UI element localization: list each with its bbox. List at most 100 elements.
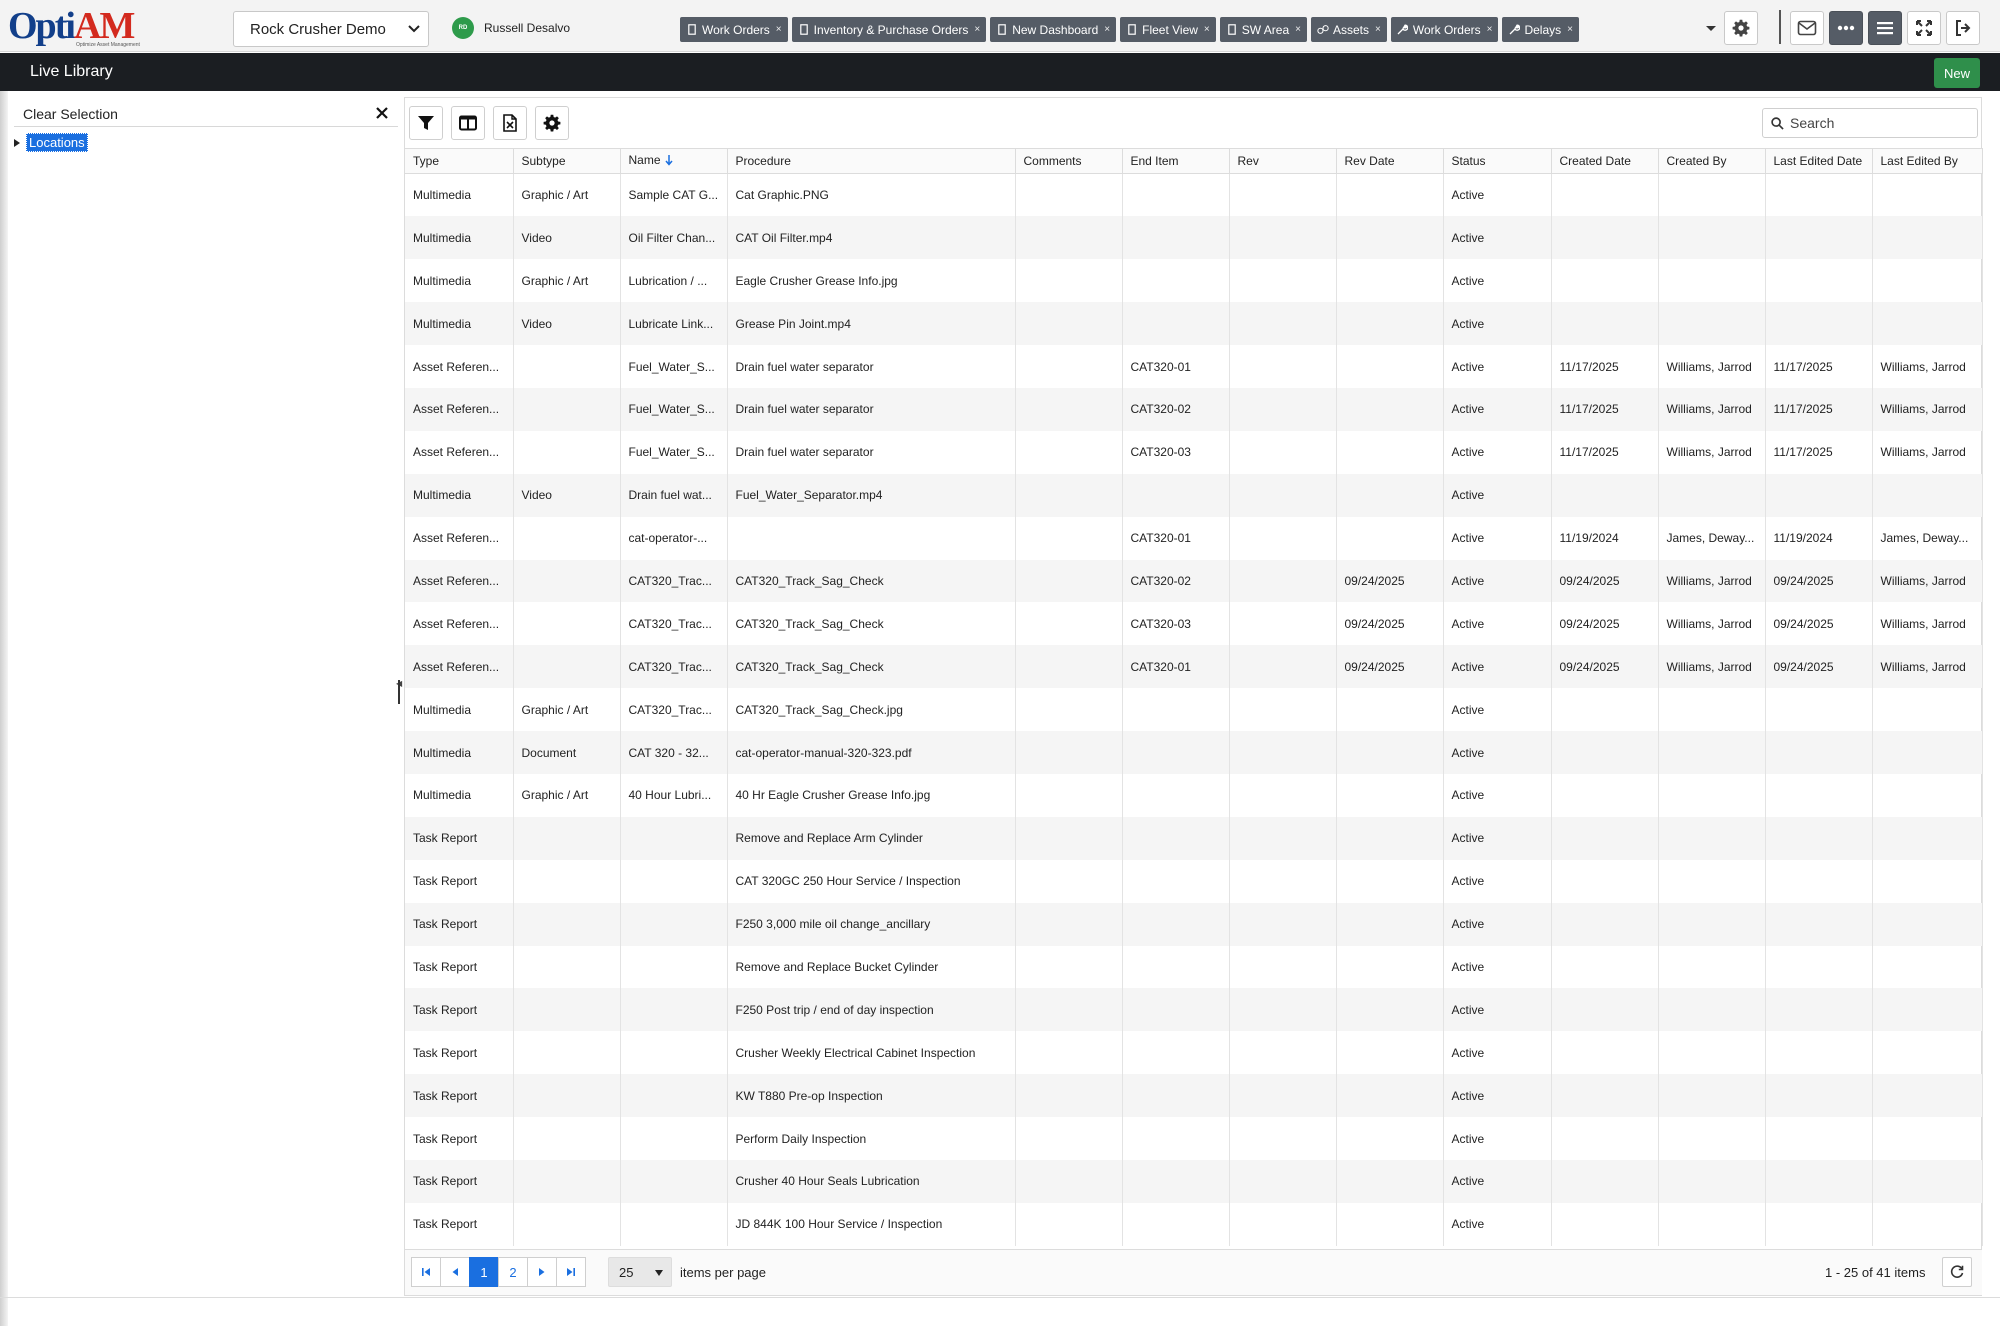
expand-triangle-icon[interactable]	[14, 138, 20, 147]
tab-assets-5[interactable]: Assets ×	[1310, 17, 1387, 42]
tree-node-label[interactable]: Locations	[26, 133, 88, 152]
cell-status: Active	[1443, 816, 1552, 860]
column-header-last-edited-by[interactable]: Last Edited By	[1872, 148, 1983, 174]
first-page-button[interactable]	[411, 1257, 441, 1287]
cell-rev	[1229, 816, 1337, 860]
cell-rev-date	[1336, 387, 1444, 431]
table-row[interactable]: Task Report KW T880 Pre-op Inspection Acti…	[405, 1074, 1983, 1118]
site-select[interactable]: Rock Crusher Demo	[233, 11, 429, 47]
logout-button[interactable]	[1946, 11, 1980, 45]
optiam-logo[interactable]: Opti AM Optimize Asset Management	[8, 5, 140, 48]
table-row[interactable]: Task Report Crusher Weekly Electrical Cab…	[405, 1031, 1983, 1075]
table-row[interactable]: Asset Referen... Fuel_Water_S... Drain fue…	[405, 387, 1983, 431]
column-header-created-by[interactable]: Created By	[1658, 148, 1766, 174]
tab-delays-7[interactable]: Delays ×	[1502, 17, 1579, 42]
page-1-button[interactable]: 1	[469, 1257, 499, 1287]
close-tab-icon[interactable]: ×	[1487, 24, 1493, 35]
close-tab-icon[interactable]: ×	[1104, 24, 1110, 35]
tab-sw-area-4[interactable]: SW Area ×	[1219, 17, 1307, 42]
cell-rev	[1229, 302, 1337, 346]
tab-inventory-purchase-orders-1[interactable]: Inventory & Purchase Orders ×	[791, 17, 987, 42]
tab-work-orders-6[interactable]: Work Orders ×	[1390, 17, 1499, 42]
last-page-button[interactable]	[556, 1257, 586, 1287]
table-row[interactable]: Multimedia Graphic / Art CAT320_Trac... CAT…	[405, 688, 1983, 732]
table-row[interactable]: Asset Referen... Fuel_Water_S... Drain fue…	[405, 430, 1983, 474]
tab-work-orders-0[interactable]: Work Orders ×	[680, 17, 788, 42]
column-header-comments[interactable]: Comments	[1015, 148, 1123, 174]
table-row[interactable]: Multimedia Video Oil Filter Chan... CAT Oil…	[405, 216, 1983, 260]
close-icon[interactable]	[374, 105, 390, 121]
export-excel-button[interactable]	[493, 106, 527, 140]
messages-button[interactable]	[1790, 11, 1824, 45]
table-row[interactable]: Task Report F250 3,000 mile oil change_an…	[405, 902, 1983, 946]
table-row[interactable]: Multimedia Graphic / Art Sample CAT G... Ca…	[405, 173, 1983, 217]
table-row[interactable]: Multimedia Graphic / Art Lubrication / ...…	[405, 259, 1983, 303]
close-tab-icon[interactable]: ×	[1295, 24, 1301, 35]
table-row[interactable]: Asset Referen... cat-operator-... CAT320-0…	[405, 516, 1983, 560]
close-tab-icon[interactable]: ×	[974, 24, 980, 35]
column-header-type[interactable]: Type	[405, 148, 514, 174]
more-options-button[interactable]	[1829, 11, 1863, 45]
user-chip[interactable]: RD Russell Desalvo	[452, 17, 570, 39]
close-tab-icon[interactable]: ×	[1375, 24, 1381, 35]
cell-type: Asset Referen...	[405, 559, 514, 603]
table-row[interactable]: Task Report Perform Daily Inspection Activ…	[405, 1117, 1983, 1160]
column-header-subtype[interactable]: Subtype	[513, 148, 621, 174]
grid-settings-button[interactable]	[535, 106, 569, 140]
cell-comments	[1015, 688, 1123, 732]
ellipsis-icon	[1837, 25, 1855, 31]
column-header-name[interactable]: Name	[620, 148, 728, 174]
table-row[interactable]: Task Report F250 Post trip / end of day i…	[405, 988, 1983, 1032]
table-row[interactable]: Task Report Crusher 40 Hour Seals Lubrica…	[405, 1159, 1983, 1203]
fullscreen-button[interactable]	[1907, 11, 1941, 45]
table-row[interactable]: Task Report CAT 320GC 250 Hour Service / …	[405, 859, 1983, 903]
table-row[interactable]: Multimedia Document CAT 320 - 32... cat-ope…	[405, 731, 1983, 774]
items-per-page-select[interactable]: 25	[608, 1257, 672, 1287]
table-row[interactable]: Task Report Remove and Replace Bucket Cyl…	[405, 945, 1983, 989]
close-tab-icon[interactable]: ×	[1204, 24, 1210, 35]
column-header-created-date[interactable]: Created Date	[1551, 148, 1659, 174]
table-row[interactable]: Asset Referen... Fuel_Water_S... Drain fue…	[405, 345, 1983, 388]
column-header-end-item[interactable]: End Item	[1122, 148, 1230, 174]
next-page-button[interactable]	[527, 1257, 557, 1287]
tab-label: Assets	[1332, 22, 1369, 37]
cell-end-item	[1122, 1031, 1230, 1075]
clear-selection[interactable]: Clear Selection	[14, 101, 398, 127]
panel-splitter[interactable]	[398, 680, 400, 704]
sort-descending-icon[interactable]	[664, 154, 673, 169]
page-2-button[interactable]: 2	[498, 1257, 528, 1287]
table-row[interactable]: Multimedia Video Drain fuel wat... Fuel_Wat…	[405, 473, 1983, 517]
previous-page-button[interactable]	[440, 1257, 470, 1287]
search-input[interactable]	[1790, 115, 1960, 131]
tab-fleet-view-3[interactable]: Fleet View ×	[1120, 17, 1216, 42]
tab-new-dashboard-2[interactable]: New Dashboard ×	[990, 17, 1117, 42]
tabs-overflow-chevron-icon[interactable]	[1702, 19, 1720, 37]
search-box[interactable]	[1762, 108, 1978, 138]
column-header-status[interactable]: Status	[1443, 148, 1552, 174]
cell-status: Active	[1443, 1159, 1552, 1203]
table-row[interactable]: Multimedia Graphic / Art 40 Hour Lubri... 4…	[405, 773, 1983, 817]
close-tab-icon[interactable]: ×	[776, 24, 782, 35]
cell-last-edited-date	[1765, 1159, 1873, 1203]
settings-button[interactable]	[1724, 11, 1758, 45]
column-header-last-edited-date[interactable]: Last Edited Date	[1765, 148, 1873, 174]
table-row[interactable]: Asset Referen... CAT320_Trac... CAT320_Tra…	[405, 645, 1983, 689]
menu-button[interactable]	[1868, 11, 1902, 45]
tree-node-locations[interactable]: Locations	[14, 133, 88, 152]
columns-button[interactable]	[451, 106, 485, 140]
table-row[interactable]: Asset Referen... CAT320_Trac... CAT320_Tra…	[405, 602, 1983, 646]
column-header-rev[interactable]: Rev	[1229, 148, 1337, 174]
filter-button[interactable]	[409, 106, 443, 140]
table-row[interactable]: Task Report JD 844K 100 Hour Service / In…	[405, 1202, 1983, 1246]
column-header-procedure[interactable]: Procedure	[727, 148, 1016, 174]
cell-type: Multimedia	[405, 259, 514, 303]
column-header-rev-date[interactable]: Rev Date	[1336, 148, 1444, 174]
gear-icon	[543, 114, 561, 132]
close-tab-icon[interactable]: ×	[1567, 24, 1573, 35]
table-row[interactable]: Multimedia Video Lubricate Link... Grease P…	[405, 302, 1983, 346]
table-row[interactable]: Asset Referen... CAT320_Trac... CAT320_Tra…	[405, 559, 1983, 603]
cell-status: Active	[1443, 345, 1552, 388]
refresh-button[interactable]	[1942, 1257, 1972, 1287]
new-button[interactable]: New	[1934, 58, 1980, 88]
table-row[interactable]: Task Report Remove and Replace Arm Cylind…	[405, 816, 1983, 860]
